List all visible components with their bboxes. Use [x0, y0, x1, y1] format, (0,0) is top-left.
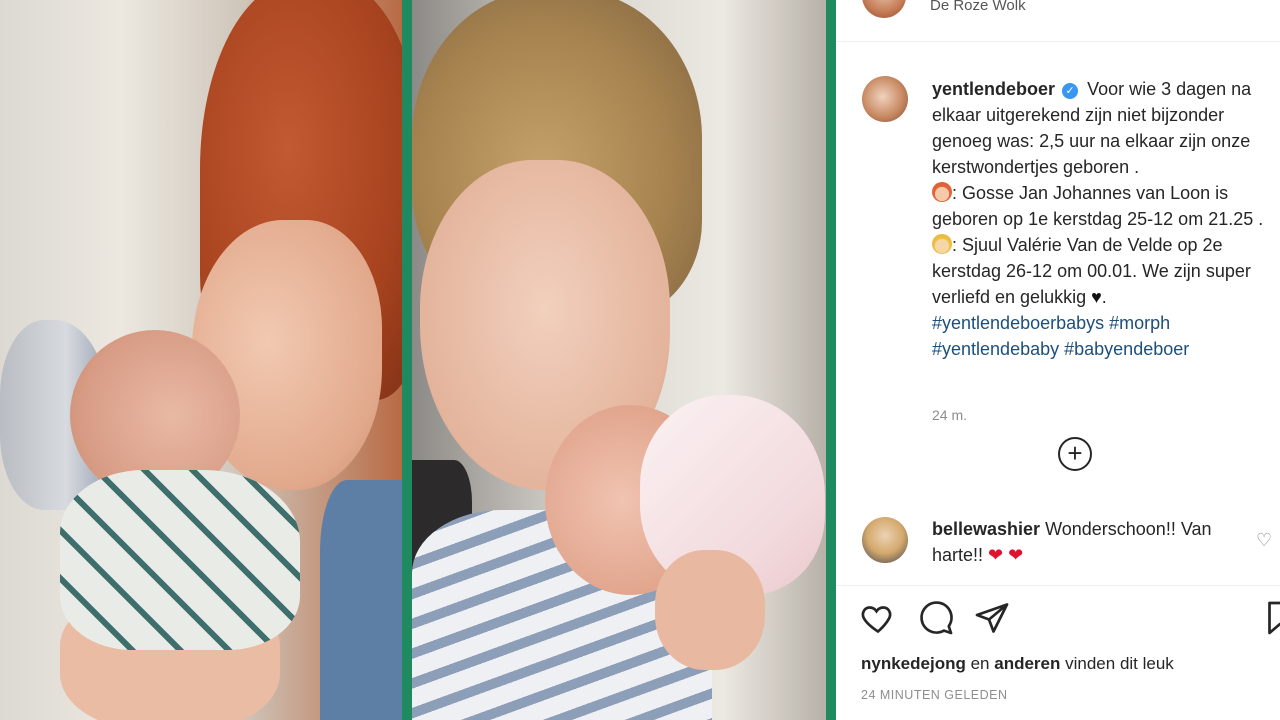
post-photo-collage	[0, 0, 836, 720]
caption-text-2: : Gosse Jan Johannes van Loon is geboren…	[932, 183, 1264, 229]
commenter-username[interactable]: bellewashier	[932, 519, 1040, 539]
black-heart-icon: ♥	[1091, 287, 1102, 307]
avatar[interactable]	[862, 0, 906, 18]
baby-patterned-suit	[60, 470, 300, 650]
caption-end: .	[1101, 287, 1107, 307]
post-time-ago: 24 m.	[932, 407, 968, 423]
red-hearts-emoji-icon: ❤ ❤	[988, 545, 1024, 565]
mother-hand-right	[655, 550, 765, 670]
likes-suffix: vinden dit leuk	[1065, 654, 1174, 673]
liker-username[interactable]: nynkedejong	[861, 654, 966, 673]
post-side-panel: De Roze Wolk yentlendeboer ✓ Voor wie 3 …	[836, 0, 1280, 720]
post-actions: nynkedejong en anderen vinden dit leuk 2…	[836, 585, 1280, 705]
collage-divider-right	[826, 0, 836, 720]
collage-divider	[402, 0, 412, 720]
photo-left-mother-kissing-baby	[0, 0, 402, 720]
post-location[interactable]: De Roze Wolk	[930, 0, 1026, 14]
heart-icon[interactable]	[860, 600, 896, 636]
hashtag-link[interactable]: #yentlendebaby	[932, 339, 1059, 359]
post-header: De Roze Wolk	[836, 0, 1280, 42]
comment: bellewashier Wonderschoon!! Van harte!! …	[932, 516, 1262, 568]
bookmark-icon[interactable]	[1262, 600, 1280, 636]
post-caption: yentlendeboer ✓ Voor wie 3 dagen na elka…	[932, 76, 1278, 362]
hashtag-link[interactable]: #morph	[1109, 313, 1170, 333]
post-date: 24 MINUTEN GELEDEN	[861, 688, 1008, 702]
comment-bubble-icon[interactable]	[918, 600, 954, 636]
blue-shirt	[320, 480, 402, 720]
author-username[interactable]: yentlendeboer	[932, 79, 1055, 99]
author-avatar[interactable]	[862, 76, 908, 122]
commenter-avatar[interactable]	[862, 517, 908, 563]
verified-badge-icon: ✓	[1062, 83, 1079, 99]
plus-circle-icon[interactable]: +	[1058, 437, 1092, 471]
photo-right-mother-kissing-baby	[412, 0, 826, 720]
hashtag-link[interactable]: #babyendeboer	[1064, 339, 1189, 359]
paper-plane-icon[interactable]	[974, 600, 1010, 636]
small-heart-icon[interactable]: ♡	[1256, 530, 1272, 551]
red-haired-woman-emoji-icon	[932, 182, 952, 202]
likes-others-link[interactable]: anderen	[994, 654, 1060, 673]
hashtag-link[interactable]: #yentlendeboerbabys	[932, 313, 1104, 333]
blonde-woman-emoji-icon	[932, 234, 952, 254]
likes-connector: en	[970, 654, 990, 673]
likes-summary: nynkedejong en anderen vinden dit leuk	[861, 654, 1174, 674]
